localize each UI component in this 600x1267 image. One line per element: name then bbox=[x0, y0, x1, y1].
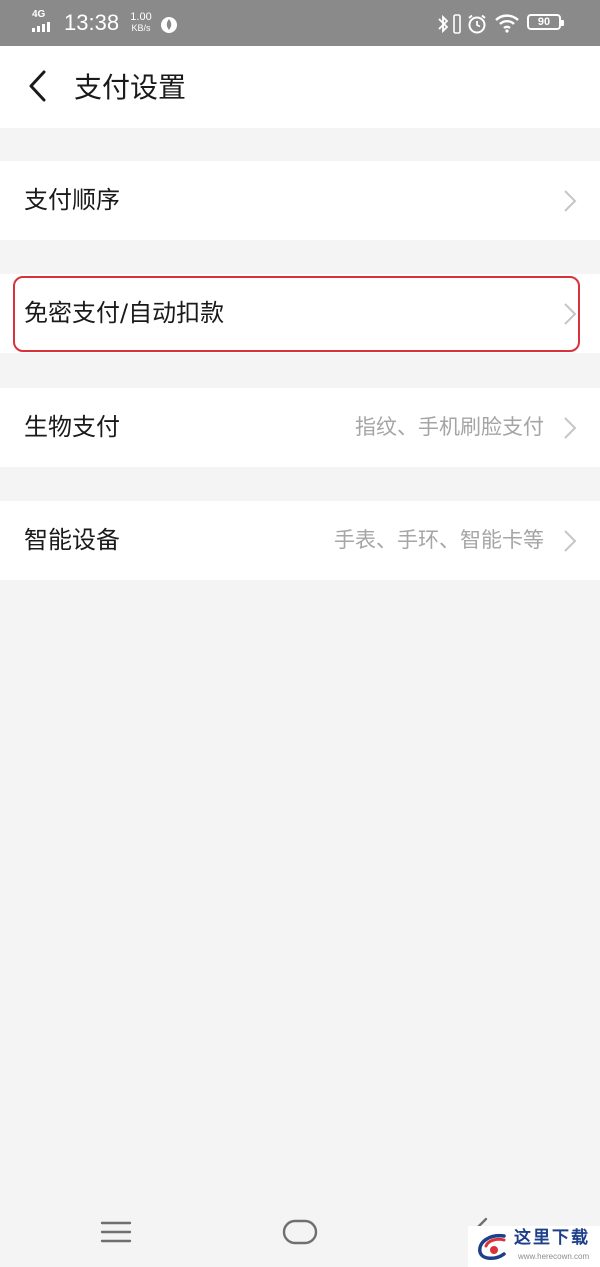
page-header: 支付设置 bbox=[0, 46, 600, 128]
payment-settings-screen: 4G 13:38 1.00 KB/s 90 支付设置 支付顺序 免密支付/自动扣… bbox=[0, 0, 600, 1267]
network-speed-value: 1.00 bbox=[130, 11, 152, 23]
network-speed-unit: KB/s bbox=[131, 23, 151, 33]
battery-level: 90 bbox=[537, 16, 551, 28]
row-value: 指纹、手机刷脸支付 bbox=[355, 415, 544, 439]
row-label: 智能设备 bbox=[24, 526, 120, 554]
signal-icon bbox=[32, 22, 50, 32]
row-label: 支付顺序 bbox=[24, 186, 120, 214]
network-indicator: 4G bbox=[32, 10, 58, 34]
watermark-url: www.herecown.com bbox=[518, 1252, 590, 1261]
flame-icon bbox=[161, 17, 177, 33]
battery-icon: 90 bbox=[527, 14, 564, 30]
watermark-logo bbox=[478, 1233, 506, 1260]
chevron-right-icon bbox=[564, 190, 577, 212]
status-time: 13:38 bbox=[64, 10, 120, 35]
network-speed: 1.00 KB/s bbox=[128, 11, 154, 34]
watermark: 这里下载 www.herecown.com bbox=[468, 1226, 600, 1267]
chevron-right-icon bbox=[564, 303, 577, 325]
biometric-payment-row[interactable]: 生物支付 指纹、手机刷脸支付 bbox=[0, 388, 600, 467]
chevron-right-icon bbox=[564, 417, 577, 439]
chevron-right-icon bbox=[564, 530, 577, 552]
watermark-text: 这里下载 bbox=[514, 1228, 590, 1248]
network-type: 4G bbox=[32, 9, 46, 20]
row-label: 免密支付/自动扣款 bbox=[24, 299, 225, 327]
password-free-payment-row[interactable]: 免密支付/自动扣款 bbox=[0, 274, 600, 353]
home-icon[interactable] bbox=[282, 1219, 318, 1245]
payment-order-row[interactable]: 支付顺序 bbox=[0, 161, 600, 240]
status-bar: 4G 13:38 1.00 KB/s 90 bbox=[0, 0, 600, 46]
chevron-left-icon bbox=[29, 70, 46, 102]
vibrate-icon bbox=[453, 14, 461, 34]
menu-icon[interactable] bbox=[100, 1220, 132, 1244]
row-label: 生物支付 bbox=[24, 413, 120, 441]
back-button[interactable] bbox=[18, 66, 58, 106]
page-title: 支付设置 bbox=[74, 71, 187, 104]
wifi-icon bbox=[495, 14, 519, 33]
row-value: 手表、手环、智能卡等 bbox=[334, 528, 544, 552]
alarm-icon bbox=[468, 14, 486, 34]
smart-devices-row[interactable]: 智能设备 手表、手环、智能卡等 bbox=[0, 501, 600, 580]
bluetooth-icon bbox=[438, 14, 449, 34]
